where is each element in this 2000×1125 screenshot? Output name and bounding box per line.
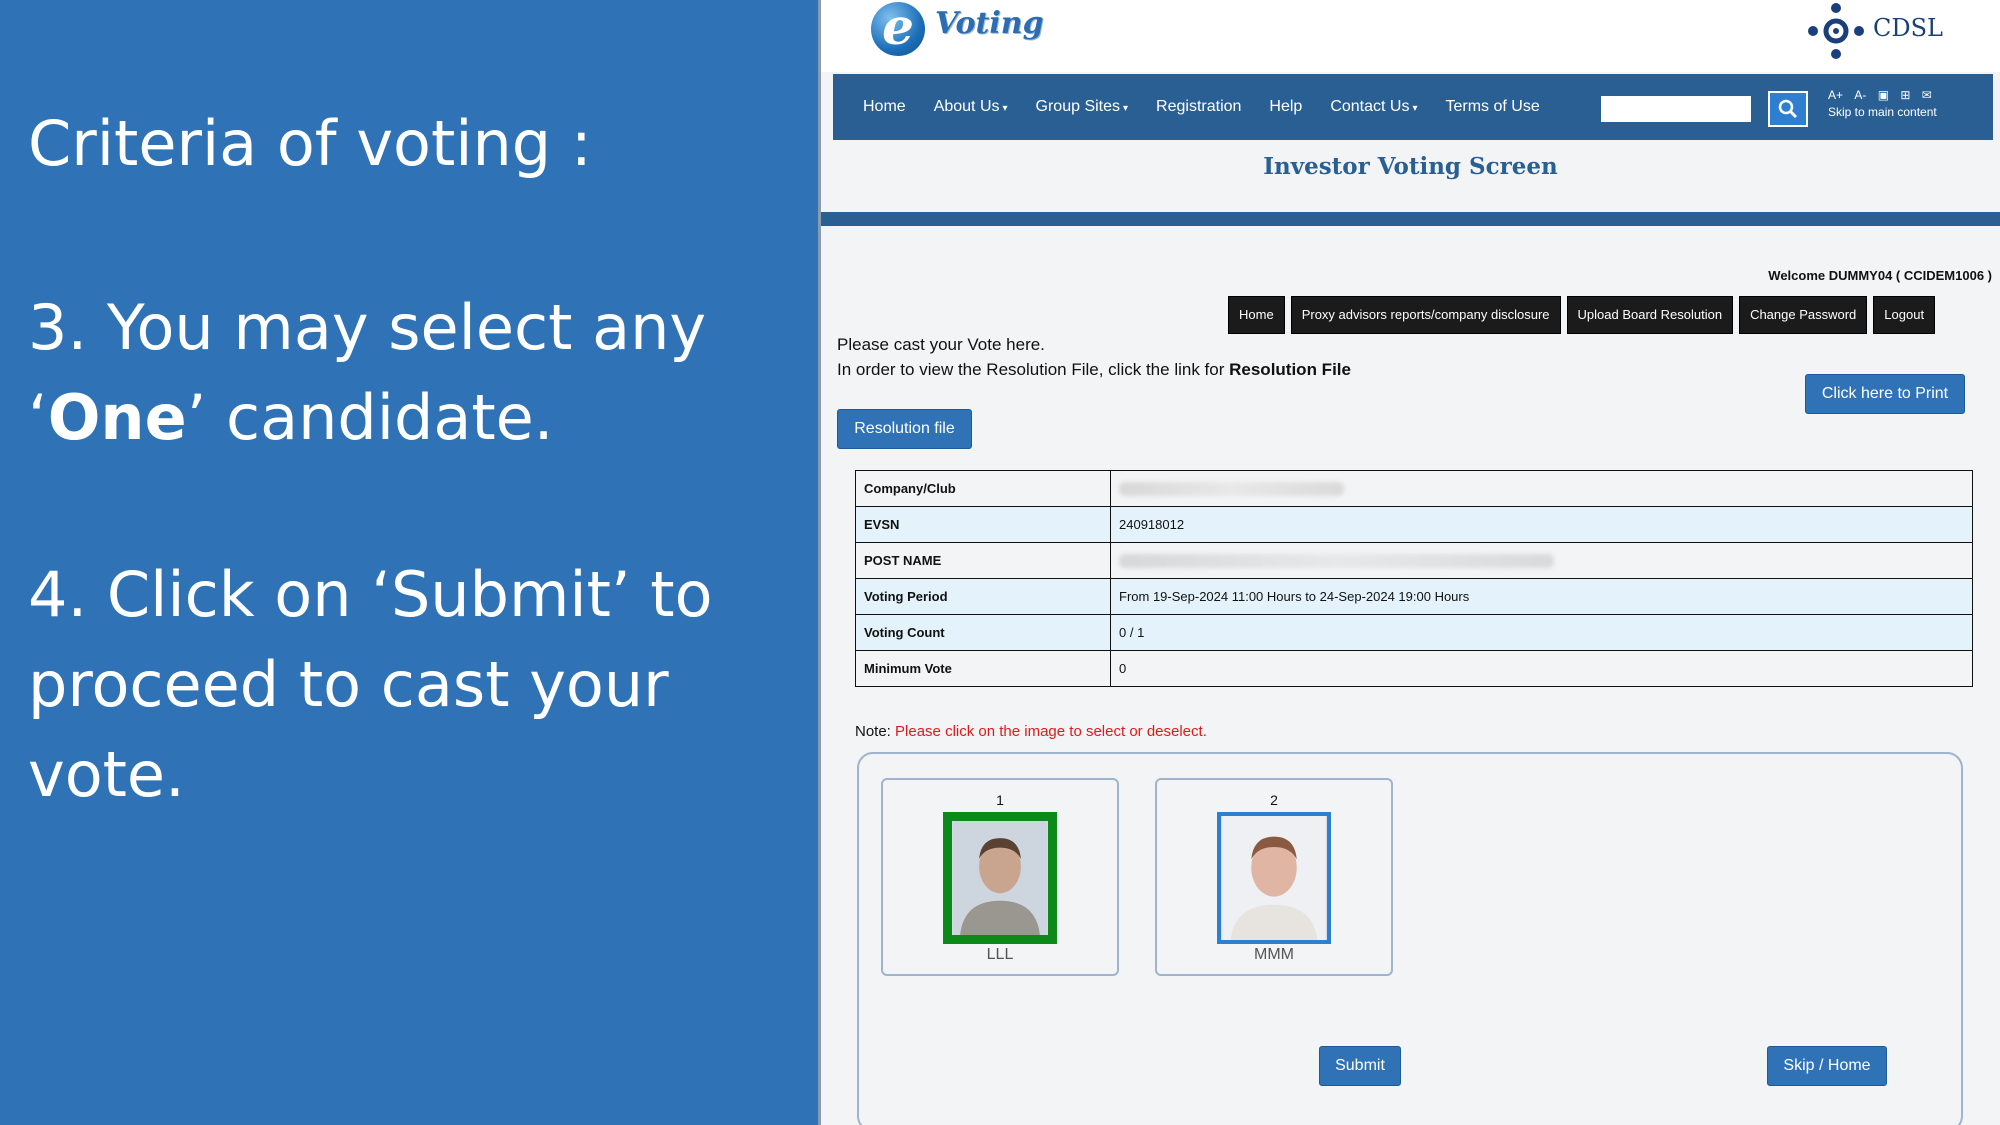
resolution-file-link[interactable]: Resolution File	[1229, 360, 1351, 379]
skip-home-button[interactable]: Skip / Home	[1767, 1046, 1887, 1086]
skip-to-main-link[interactable]: Skip to main content	[1828, 105, 1940, 119]
caret-down-icon: ▾	[1412, 103, 1418, 114]
title-divider	[821, 212, 2000, 226]
slide-text-panel: Criteria of voting : 3. You may select a…	[0, 0, 818, 1125]
voting-info-table: Company/Club EVSN 240918012 POST NAME Vot…	[855, 470, 1973, 687]
menu-upload-board-resolution-button[interactable]: Upload Board Resolution	[1566, 296, 1734, 334]
main-navbar: Home About Us ▾ Group Sites ▾ Registration…	[833, 74, 1993, 140]
search-input[interactable]	[1601, 96, 1751, 122]
table-row: Minimum Vote 0	[855, 650, 1973, 687]
contrast-icon[interactable]: ▣	[1878, 88, 1889, 102]
menu-logout-button[interactable]: Logout	[1873, 296, 1936, 334]
font-increase-button[interactable]: A+	[1828, 88, 1843, 102]
resolution-file-instruction: In order to view the Resolution File, cl…	[837, 360, 1351, 379]
nav-home[interactable]: Home	[863, 98, 906, 116]
nav-group-sites[interactable]: Group Sites ▾	[1036, 98, 1129, 116]
accessibility-tools: A+ A- ▣ ⊞ ✉ Skip to main content	[1828, 88, 1940, 119]
person-icon	[952, 821, 1048, 935]
table-row: Company/Club	[855, 470, 1973, 507]
sitemap-icon[interactable]: ⊞	[1900, 88, 1910, 102]
evoting-logo-text[interactable]: Voting	[935, 6, 1044, 41]
table-row: Voting Count 0 / 1	[855, 614, 1973, 651]
page-title: Investor Voting Screen	[1263, 153, 1558, 180]
user-menu: Home Proxy advisors reports/company disc…	[1228, 296, 1941, 334]
person-icon	[1222, 816, 1326, 940]
candidate-number: 1	[996, 792, 1004, 808]
mail-icon[interactable]: ✉	[1922, 88, 1932, 102]
menu-home-button[interactable]: Home	[1228, 296, 1285, 334]
criteria-heading: Criteria of voting :	[28, 107, 592, 180]
selection-note: Note: Please click on the image to selec…	[855, 723, 1207, 740]
candidate-card-2[interactable]: 2 MMM	[1155, 778, 1393, 976]
redacted-value	[1119, 482, 1344, 497]
cdsl-logo-icon	[1808, 3, 1864, 59]
print-button[interactable]: Click here to Print	[1805, 374, 1965, 414]
table-row: EVSN 240918012	[855, 506, 1973, 543]
candidate-name: MMM	[1254, 946, 1294, 963]
candidate-number: 2	[1270, 792, 1278, 808]
welcome-text: Welcome DUMMY04 ( CCIDEM1006 )	[1768, 268, 1992, 283]
cast-vote-instruction: Please cast your Vote here.	[837, 335, 1045, 354]
cdsl-brand-text: CDSL	[1873, 14, 1943, 42]
font-decrease-button[interactable]: A-	[1854, 88, 1866, 102]
nav-registration[interactable]: Registration	[1156, 98, 1241, 116]
evoting-logo-icon[interactable]: e	[871, 2, 925, 56]
table-row: POST NAME	[855, 542, 1973, 579]
nav-help[interactable]: Help	[1269, 98, 1302, 116]
submit-button[interactable]: Submit	[1319, 1046, 1401, 1086]
caret-down-icon: ▾	[1123, 103, 1129, 114]
menu-change-password-button[interactable]: Change Password	[1739, 296, 1868, 334]
nav-contact-us[interactable]: Contact Us ▾	[1330, 98, 1417, 116]
point-3-text: 3. You may select any ‘One’ candidate.	[28, 291, 707, 454]
site-header: e Voting CDSL	[821, 0, 2000, 72]
candidate-card-1[interactable]: 1 LLL	[881, 778, 1119, 976]
menu-proxy-advisors-button[interactable]: Proxy advisors reports/company disclosur…	[1290, 296, 1561, 334]
caret-down-icon: ▾	[1002, 103, 1008, 114]
evoting-screenshot: e Voting CDSL Home About Us ▾ Group Sites…	[818, 0, 2000, 1125]
candidate-photo-selected[interactable]	[943, 812, 1057, 944]
candidate-name: LLL	[986, 946, 1014, 963]
search-icon	[1778, 99, 1798, 119]
nav-about-us[interactable]: About Us ▾	[934, 98, 1008, 116]
nav-terms-of-use[interactable]: Terms of Use	[1446, 98, 1540, 116]
resolution-file-button[interactable]: Resolution file	[837, 409, 972, 449]
table-row: Voting Period From 19-Sep-2024 11:00 Hour…	[855, 578, 1973, 615]
redacted-value	[1119, 554, 1554, 569]
search-button[interactable]	[1768, 91, 1808, 127]
candidate-photo[interactable]	[1217, 812, 1331, 944]
point-4-text: 4. Click on ‘Submit’ to proceed to cast …	[28, 558, 713, 811]
